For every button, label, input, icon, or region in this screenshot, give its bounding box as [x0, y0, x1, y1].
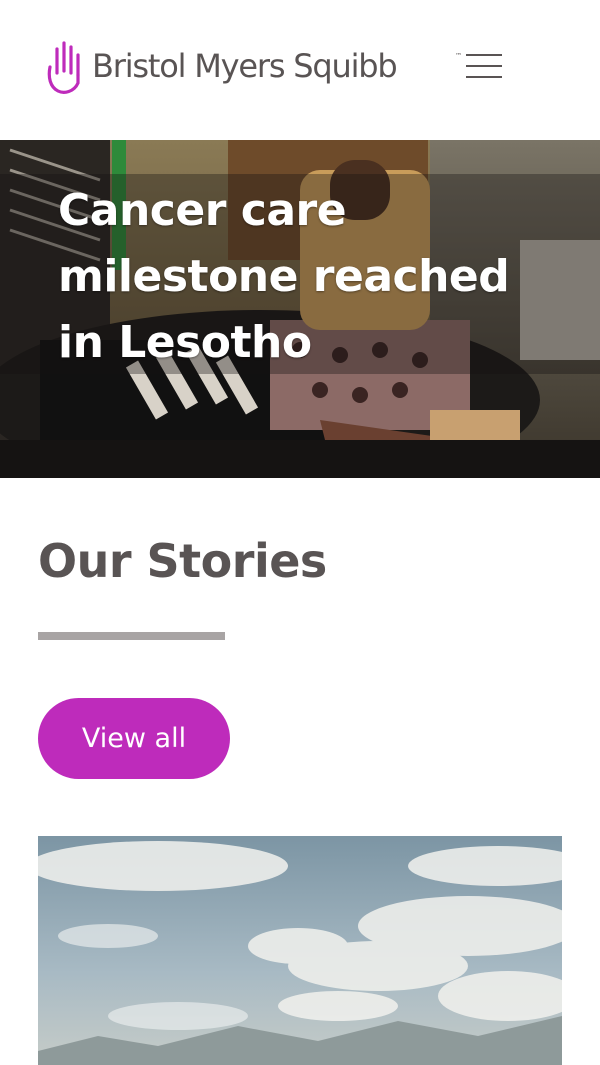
heading-underline — [38, 632, 225, 640]
view-all-button[interactable]: View all — [38, 698, 230, 779]
bms-logo-link[interactable]: Bristol Myers Squibb — [44, 36, 398, 96]
hand-icon — [47, 41, 80, 94]
story-card-image[interactable] — [38, 836, 562, 1065]
trademark-symbol: ™ — [455, 52, 462, 60]
site-header: Bristol Myers Squibb ™ — [0, 0, 600, 140]
section-heading: Our Stories — [38, 534, 327, 588]
hero-title[interactable]: Cancer care milestone reached in Lesotho — [58, 178, 558, 376]
logo-wordmark: Bristol Myers Squibb — [92, 47, 398, 85]
hamburger-menu-icon[interactable] — [466, 54, 502, 84]
sky-landscape-photo — [38, 836, 562, 1065]
hero-banner[interactable]: Cancer care milestone reached in Lesotho — [0, 140, 600, 478]
